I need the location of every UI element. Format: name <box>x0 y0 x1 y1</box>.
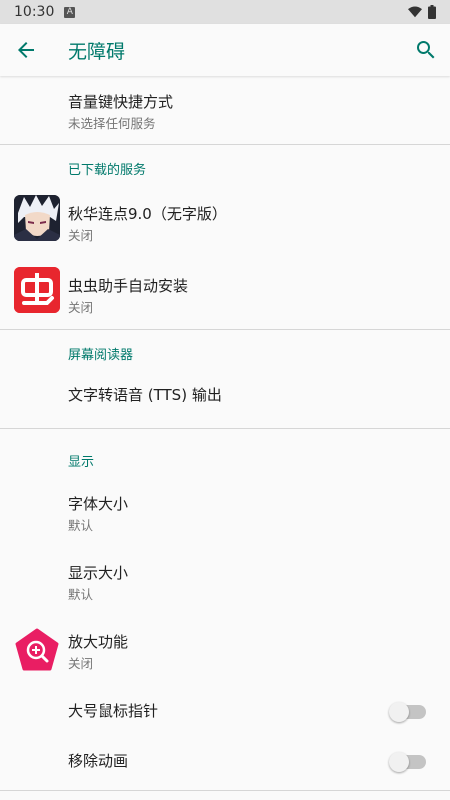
service-item-chongchong[interactable]: 虫虫助手自动安装 关闭 <box>0 259 450 329</box>
app-toolbar: 无障碍 <box>0 24 450 76</box>
status-icons <box>408 5 436 19</box>
page-title: 无障碍 <box>68 41 126 63</box>
section-title-downloaded: 已下载的服务 <box>68 163 147 178</box>
screen-reader-header: 屏幕阅读器 <box>0 330 450 374</box>
section-title-display: 显示 <box>68 455 95 470</box>
anime-avatar-icon <box>14 195 60 241</box>
status-bar: 10:30 A <box>0 0 450 24</box>
settings-list: 音量键快捷方式 未选择任何服务 已下载的服务 秋华连点9.0（无字版） 关闭 虫… <box>0 77 450 791</box>
tts-output-item[interactable]: 文字转语音 (TTS) 输出 <box>0 374 450 428</box>
volume-shortcut-subtitle: 未选择任何服务 <box>68 116 156 131</box>
large-pointer-item[interactable]: 大号鼠标指针 <box>0 686 450 736</box>
downloaded-services-header: 已下载的服务 <box>0 145 450 191</box>
switch-knob <box>389 752 409 772</box>
magnification-title: 放大功能 <box>68 633 129 651</box>
arrow-back-icon[interactable] <box>14 38 38 62</box>
switch-knob <box>389 702 409 722</box>
status-time: 10:30 <box>14 4 55 20</box>
magnification-status: 关闭 <box>68 656 94 671</box>
service-status-qiuhua: 关闭 <box>68 228 94 243</box>
chongchong-icon <box>14 267 60 313</box>
remove-animations-item[interactable]: 移除动画 <box>0 736 450 786</box>
remove-animations-switch[interactable] <box>389 752 426 772</box>
notification-a-icon: A <box>64 6 76 18</box>
remove-animations-title: 移除动画 <box>68 752 129 770</box>
tts-output-title: 文字转语音 (TTS) 输出 <box>68 386 222 404</box>
font-size-title: 字体大小 <box>68 495 129 513</box>
service-item-qiuhua[interactable]: 秋华连点9.0（无字版） 关闭 <box>0 191 450 259</box>
large-pointer-switch[interactable] <box>389 702 426 722</box>
display-size-value: 默认 <box>68 587 94 602</box>
divider <box>0 790 450 791</box>
font-size-value: 默认 <box>68 518 94 533</box>
magnification-item[interactable]: 放大功能 关闭 <box>0 617 450 686</box>
large-pointer-title: 大号鼠标指针 <box>68 702 159 720</box>
search-icon[interactable] <box>414 38 438 62</box>
wifi-icon <box>408 6 422 18</box>
battery-icon <box>428 5 436 19</box>
volume-shortcut-item[interactable]: 音量键快捷方式 未选择任何服务 <box>0 77 450 144</box>
display-size-title: 显示大小 <box>68 564 129 582</box>
display-header: 显示 <box>0 429 450 479</box>
volume-shortcut-title: 音量键快捷方式 <box>68 93 174 111</box>
service-status-chongchong: 关闭 <box>68 300 94 315</box>
service-title-qiuhua: 秋华连点9.0（无字版） <box>68 205 227 223</box>
font-size-item[interactable]: 字体大小 默认 <box>0 479 450 548</box>
service-title-chongchong: 虫虫助手自动安装 <box>68 277 189 295</box>
section-title-screen-reader: 屏幕阅读器 <box>68 348 134 363</box>
display-size-item[interactable]: 显示大小 默认 <box>0 548 450 617</box>
magnification-icon <box>15 628 59 671</box>
